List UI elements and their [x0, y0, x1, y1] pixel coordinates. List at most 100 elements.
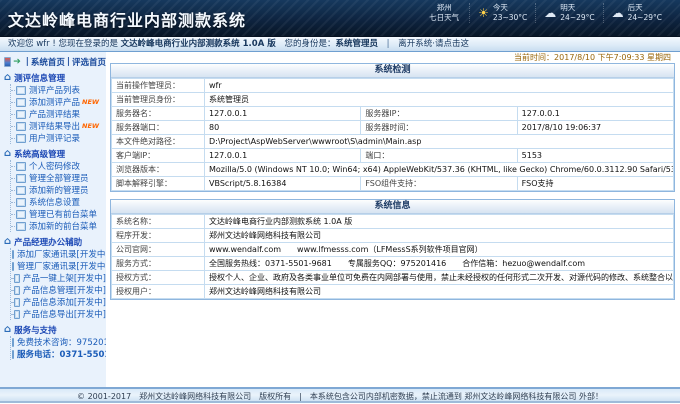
- sidebar-item-service-phone[interactable]: 服务电话：0371-55019681: [11, 348, 106, 360]
- tree-dash: [11, 290, 13, 291]
- row-value: 系统管理员: [205, 93, 674, 107]
- table-row: 本文件绝对路径： D:\Project\AspWebServer\wwwroot…: [112, 135, 674, 149]
- sidebar-item-product-list[interactable]: 测评产品列表: [11, 84, 106, 96]
- rain-cloud-icon: ☁: [612, 6, 624, 20]
- weather-day-aftertomorrow: ☁ 后天 24~29°C: [603, 3, 670, 23]
- copyright-text: © 2001-2017 郑州文达岭峰网络科技有限公司 版权所有 | 本系统包含公…: [77, 392, 603, 401]
- sidebar-item-manage-admins[interactable]: 管理全部管理员: [11, 172, 106, 184]
- sidebar-item-product-results[interactable]: 产品测评结果: [11, 108, 106, 120]
- tree-dash: [11, 90, 15, 91]
- tree-dash: [11, 190, 15, 191]
- table-row: 当前管理员身份： 系统管理员: [112, 93, 674, 107]
- row-label: 客户端IP：: [112, 149, 205, 163]
- sidebar-section-items: 测评产品列表 添加测评产品NEW 产品测评结果 测评结果导出NEW 用户测评记录: [10, 84, 106, 144]
- row-label: 授权方式：: [112, 271, 205, 285]
- sidebar-item-product-info-export[interactable]: 产品信息导出[开发中]: [11, 308, 106, 320]
- page-icon: [16, 122, 26, 131]
- welcome-role-label: 您的身份是：: [284, 39, 335, 49]
- welcome-role: 系统管理员: [335, 39, 378, 49]
- row-value: Mozilla/5.0 (Windows NT 10.0; Win64; x64…: [205, 163, 674, 177]
- row-label: 端口：: [361, 149, 517, 163]
- page-icon: [16, 198, 26, 207]
- row-value: 授权个人、企业、政府及各类事业单位可免费在内网部署与使用，禁止未经授权的任何形式…: [205, 271, 674, 285]
- tree-dash: [11, 178, 15, 179]
- weather-day-temp: 23~30°C: [493, 13, 527, 23]
- home-icon: ⌂: [4, 325, 11, 335]
- row-value: 文达岭峰电商行业内部测款系统 1.0A 版: [205, 215, 674, 229]
- welcome-greeting: 欢迎您 wfr ! 您现在登录的是: [8, 39, 118, 49]
- sidebar-link-review-home[interactable]: 评选首页: [72, 56, 106, 68]
- app-title: 文达岭峰电商行业内部测款系统: [8, 7, 246, 31]
- weather-day-tomorrow: ☁ 明天 24~29°C: [535, 3, 602, 23]
- tree-dash: [11, 314, 13, 315]
- row-label: 服务器名：: [112, 107, 205, 121]
- row-label: 当前操作管理员：: [112, 79, 205, 93]
- home-icon: ⌂: [4, 149, 11, 159]
- sidebar-item-one-click-listing[interactable]: 产品一键上架[开发中]: [11, 272, 106, 284]
- page-icon: [16, 86, 26, 95]
- table-row: 服务器端口： 80 服务器时间： 2017/8/10 19:06:37: [112, 121, 674, 135]
- welcome-system-name: 文达岭峰电商行业内部测款系统 1.0A 版: [121, 39, 276, 49]
- sidebar-item-result-export[interactable]: 测评结果导出NEW: [11, 120, 106, 132]
- sidebar-link-system-home[interactable]: 系统首页: [31, 56, 65, 68]
- tree-dash: [11, 214, 15, 215]
- sidebar-section-items: 添加厂家通讯录[开发中] 管理厂家通讯录[开发中] 产品一键上架[开发中] 产品…: [10, 248, 106, 320]
- sidebar-item-change-password[interactable]: 个人密码修改: [11, 160, 106, 172]
- panel-title: 系统信息: [111, 200, 674, 214]
- row-label: 系统名称：: [112, 215, 205, 229]
- sidebar-section-items: 免费技术咨询：975201416 服务电话：0371-55019681: [10, 336, 106, 360]
- sidebar-item-add-product[interactable]: 添加测评产品NEW: [11, 96, 106, 108]
- page-icon: [12, 350, 14, 359]
- sidebar-item-add-vendor-contacts[interactable]: 添加厂家通讯录[开发中]: [11, 248, 106, 260]
- tree-dash: [11, 166, 15, 167]
- row-label: 服务器时间：: [361, 121, 517, 135]
- page-icon: [16, 98, 26, 107]
- sidebar-item-user-records[interactable]: 用户测评记录: [11, 132, 106, 144]
- table-row: 程序开发： 郑州文达岭峰网络科技有限公司: [112, 229, 674, 243]
- sidebar-item-product-info-add[interactable]: 产品信息添加[开发中]: [11, 296, 106, 308]
- row-value: 2017/8/10 19:06:37: [517, 121, 673, 135]
- tree-dash: [11, 226, 15, 227]
- row-value: VBScript/5.8.16384: [205, 177, 361, 191]
- weather-city: 郑州: [429, 3, 459, 13]
- weather-city-block: 郑州 七日天气: [429, 3, 459, 23]
- weather-day-name: 后天: [628, 3, 662, 13]
- row-label: 程序开发：: [112, 229, 205, 243]
- row-label: 公司官网：: [112, 243, 205, 257]
- page-icon: [16, 222, 26, 231]
- main-content: 当前时间：2017/8/10 下午7:09:33 星期四 系统检测 当前操作管理…: [106, 52, 680, 389]
- sidebar-section-title: 服务与支持: [14, 324, 57, 336]
- table-row: 公司官网： www.wendalf.com www.lfmesss.com（LF…: [112, 243, 674, 257]
- weather-widget: 郑州 七日天气 ☀ 今天 23~30°C ☁ 明天 24~29°C ☁ 后天 2…: [429, 3, 670, 23]
- tree-dash: [11, 114, 15, 115]
- row-value: 127.0.0.1: [517, 107, 673, 121]
- app-banner: 文达岭峰电商行业内部测款系统 郑州 七日天气 ☀ 今天 23~30°C ☁ 明天…: [0, 0, 680, 37]
- page-icon: [14, 286, 20, 295]
- row-label: 授权用户：: [112, 285, 205, 299]
- sidebar-item-manage-vendor-contacts[interactable]: 管理厂家通讯录[开发中]: [11, 260, 106, 272]
- sidebar-item-free-support-qq[interactable]: 免费技术咨询：975201416: [11, 336, 106, 348]
- sidebar-item-add-admin[interactable]: 添加新的管理员: [11, 184, 106, 196]
- sidebar-section-items: 个人密码修改 管理全部管理员 添加新的管理员 系统信息设置 管理已有前台菜单 添…: [10, 160, 106, 232]
- panel-title: 系统检测: [111, 64, 674, 78]
- sidebar-item-system-settings[interactable]: 系统信息设置: [11, 196, 106, 208]
- home-icon: ⌂: [4, 73, 11, 83]
- panel-system-check: 系统检测 当前操作管理员： wfr 当前管理员身份： 系统管理员 服务器名： 1…: [110, 63, 675, 192]
- sidebar-item-product-info-manage[interactable]: 产品信息管理[开发中]: [11, 284, 106, 296]
- sidebar-item-add-front-menu[interactable]: 添加新的前台菜单: [11, 220, 106, 232]
- sidebar-section-title: 产品经理办公辅助: [14, 236, 82, 248]
- page-icon: [12, 338, 14, 347]
- sidebar-section-review-management: ⌂ 测评信息管理: [4, 72, 106, 84]
- weather-day-temp: 24~29°C: [560, 13, 594, 23]
- table-row: 脚本解释引擎： VBScript/5.8.16384 FSO组件支持： FSO支…: [112, 177, 674, 191]
- table-row: 系统名称： 文达岭峰电商行业内部测款系统 1.0A 版: [112, 215, 674, 229]
- sidebar-home-row: ➔ | 系统首页 | 评选首页: [4, 55, 106, 68]
- row-value: 5153: [517, 149, 673, 163]
- sidebar-item-manage-front-menus[interactable]: 管理已有前台菜单: [11, 208, 106, 220]
- sidebar-section-title: 系统高级管理: [14, 148, 65, 160]
- home-icon: ⌂: [4, 237, 11, 247]
- logout-link[interactable]: 离开系统·请点击这: [398, 39, 469, 49]
- table-row: 浏览器版本： Mozilla/5.0 (Windows NT 10.0; Win…: [112, 163, 674, 177]
- computer-icon: [4, 57, 11, 67]
- row-value: wfr: [205, 79, 674, 93]
